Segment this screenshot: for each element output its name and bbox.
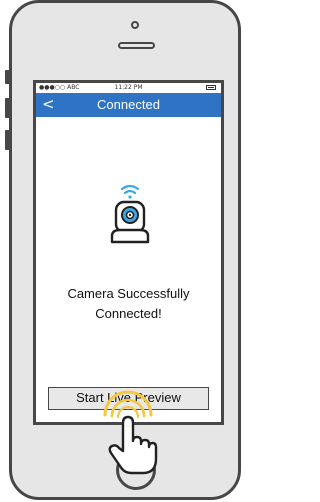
battery-icon — [206, 85, 216, 90]
tap-hand-icon — [103, 390, 158, 475]
status-time: 11:22 PM — [114, 84, 143, 91]
wifi-camera-icon — [110, 184, 150, 244]
success-line-1: Camera Successfully — [67, 286, 190, 301]
front-camera — [131, 21, 139, 29]
navigation-bar: < Connected — [36, 93, 221, 117]
phone-mockup-stage: ●●●○○ ABC 11:22 PM < Connected Camera Su… — [0, 0, 246, 502]
earpiece-speaker — [118, 42, 155, 49]
status-bar: ●●●○○ ABC 11:22 PM — [36, 83, 221, 93]
page-title: Connected — [97, 97, 160, 112]
success-line-2: Connected! — [95, 306, 162, 321]
phone-screen: ●●●○○ ABC 11:22 PM < Connected Camera Su… — [33, 80, 224, 425]
connection-success-message: Camera Successfully Connected! — [36, 284, 221, 324]
